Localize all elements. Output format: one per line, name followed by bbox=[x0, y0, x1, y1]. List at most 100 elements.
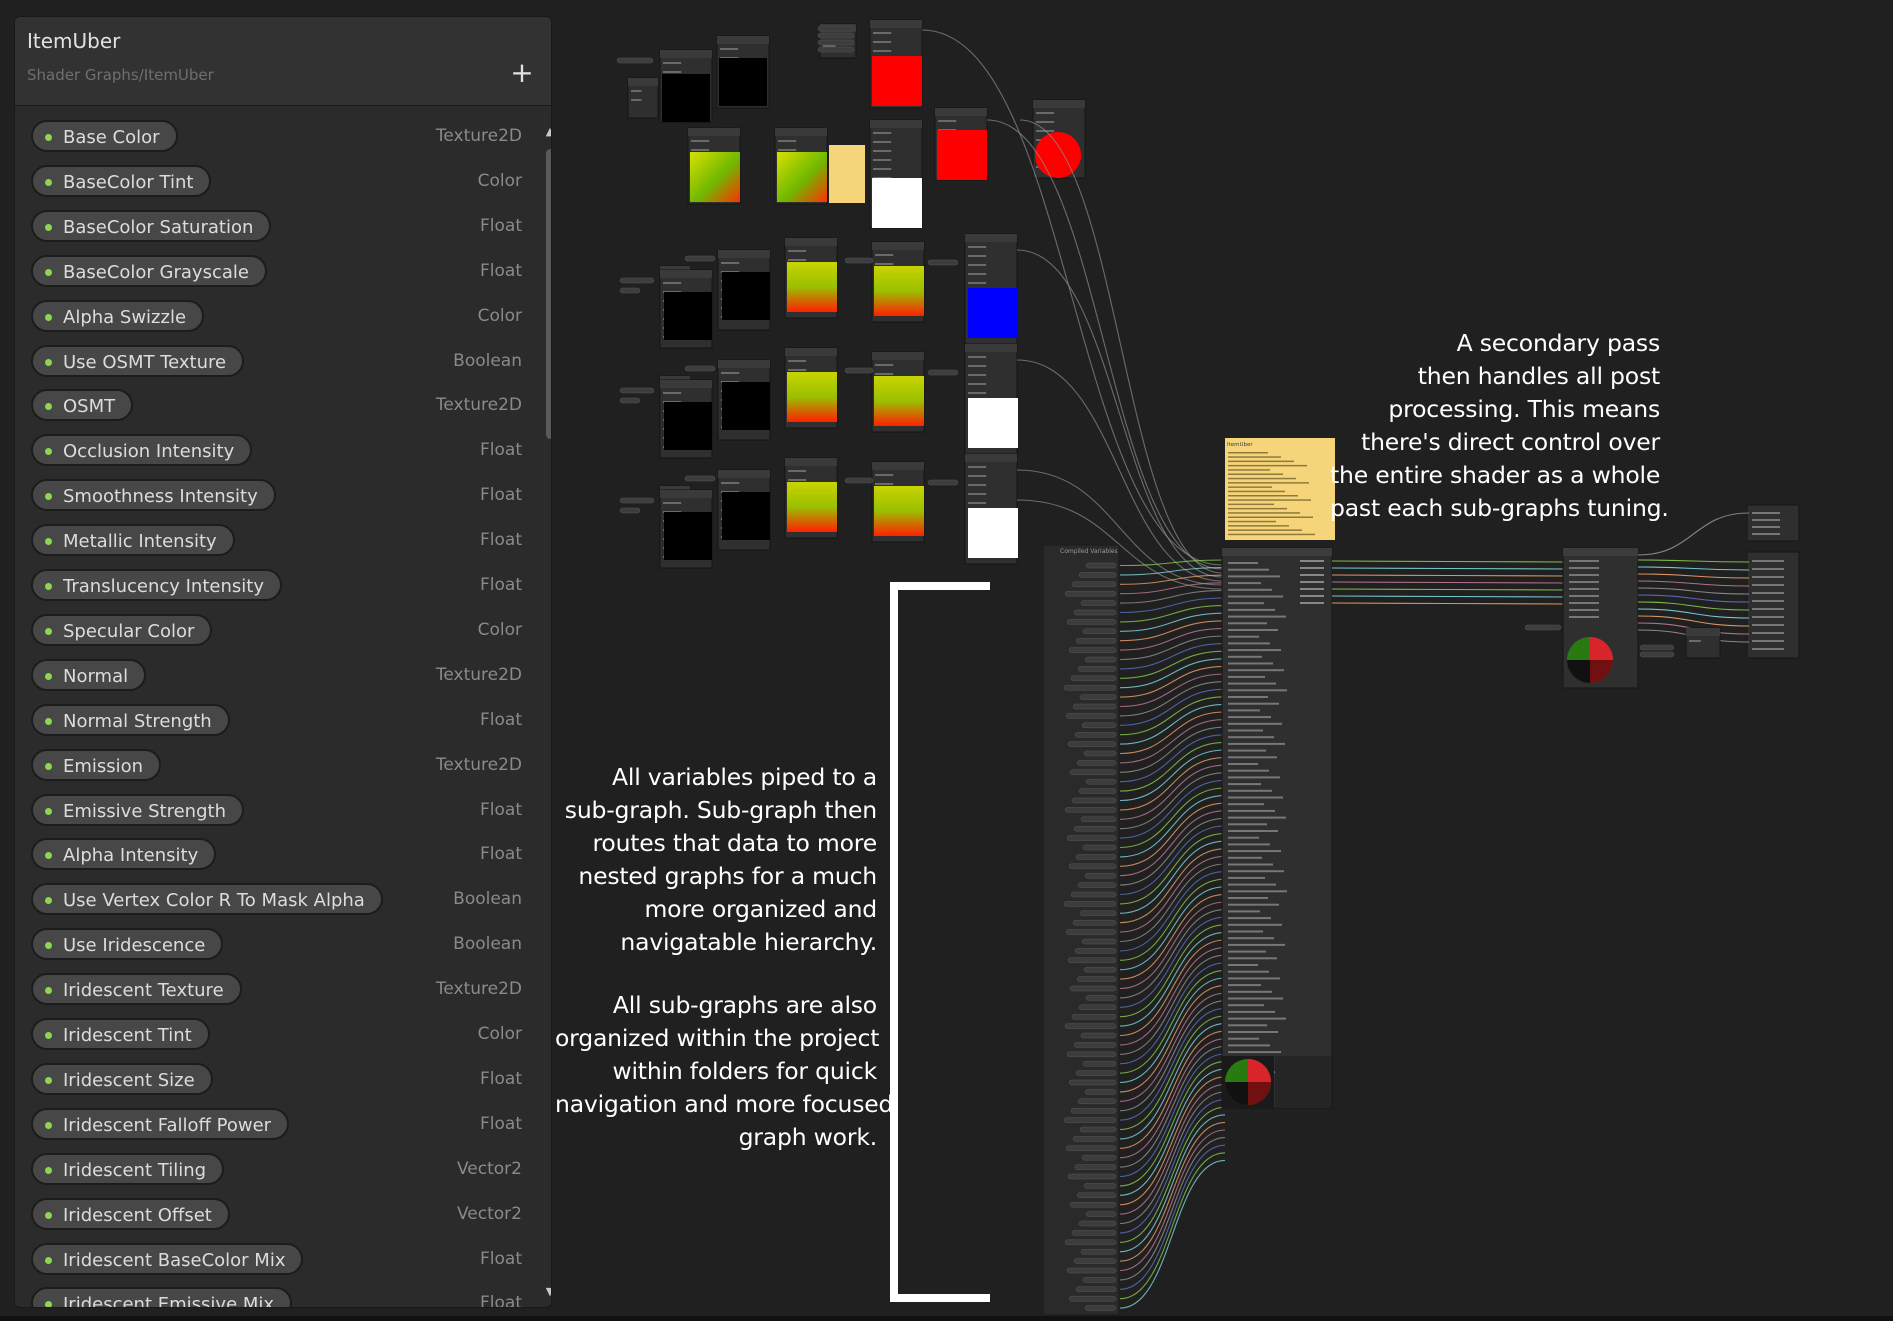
property-row[interactable]: Metallic Intensity Float bbox=[15, 517, 530, 562]
property-pill[interactable]: Translucency Intensity bbox=[31, 569, 282, 601]
blackboard-panel[interactable]: ItemUber Shader Graphs/ItemUber + Base C… bbox=[14, 16, 552, 1308]
graph-node-port bbox=[721, 399, 740, 401]
property-pill[interactable]: Iridescent Offset bbox=[31, 1197, 230, 1230]
property-pill[interactable]: Normal bbox=[31, 658, 147, 691]
variable-pill bbox=[1072, 703, 1117, 710]
property-row[interactable]: Emission Texture2D bbox=[15, 742, 530, 787]
property-pill[interactable]: Base Color bbox=[31, 120, 178, 152]
subgraph-node-port bbox=[1228, 897, 1268, 899]
variable-pill bbox=[1085, 1211, 1117, 1217]
graph-input-pill bbox=[844, 367, 874, 374]
graph-wire bbox=[1119, 1030, 1226, 1149]
property-row[interactable]: Iridescent Texture Texture2D bbox=[15, 966, 530, 1011]
variable-pill bbox=[1070, 891, 1117, 898]
sticky-note-line bbox=[1228, 520, 1276, 523]
property-row[interactable]: Normal Texture2D bbox=[15, 652, 530, 697]
property-pill[interactable]: Use Vertex Color R To Mask Alpha bbox=[31, 883, 383, 916]
property-row[interactable]: Iridescent Emissive Mix Float bbox=[15, 1280, 530, 1307]
property-row[interactable]: Normal Strength Float bbox=[15, 697, 530, 742]
graph-input-pill bbox=[684, 365, 716, 372]
property-row[interactable]: Use OSMT Texture Boolean bbox=[15, 338, 530, 383]
property-row[interactable]: Specular Color Color bbox=[15, 607, 530, 652]
exposed-dot-icon bbox=[45, 1166, 52, 1174]
property-row[interactable]: Translucency Intensity Float bbox=[15, 562, 530, 607]
property-pill[interactable]: Iridescent BaseColor Mix bbox=[31, 1242, 304, 1275]
property-pill[interactable]: Smoothness Intensity bbox=[31, 479, 276, 512]
property-row[interactable]: Alpha Intensity Float bbox=[15, 831, 530, 876]
property-pill[interactable]: Iridescent Falloff Power bbox=[31, 1107, 290, 1140]
property-pill[interactable]: Metallic Intensity bbox=[31, 524, 235, 557]
property-pill[interactable]: Alpha Swizzle bbox=[31, 299, 205, 332]
property-row[interactable]: BaseColor Saturation Float bbox=[15, 203, 530, 248]
property-row[interactable]: Iridescent Falloff Power Float bbox=[15, 1101, 530, 1146]
property-type: Texture2D bbox=[435, 126, 522, 146]
graph-node-port bbox=[663, 309, 682, 311]
property-pill[interactable]: BaseColor Tint bbox=[31, 164, 212, 197]
property-row[interactable]: BaseColor Tint Color bbox=[15, 158, 530, 203]
property-pill[interactable]: BaseColor Saturation bbox=[31, 209, 272, 242]
property-row[interactable]: Iridescent BaseColor Mix Float bbox=[15, 1236, 530, 1281]
property-pill[interactable]: Iridescent Tint bbox=[31, 1018, 210, 1050]
property-row[interactable]: Occlusion Intensity Float bbox=[15, 427, 530, 472]
property-name: Smoothness Intensity bbox=[63, 486, 258, 508]
variable-pill bbox=[1066, 1267, 1117, 1274]
graph-node-port bbox=[691, 176, 710, 178]
property-row[interactable]: Alpha Swizzle Color bbox=[15, 293, 530, 338]
exposed-dot-icon bbox=[45, 178, 52, 186]
property-pill[interactable]: Normal Strength bbox=[31, 703, 230, 736]
graph-input-pill bbox=[1639, 651, 1675, 658]
property-row[interactable]: Iridescent Offset Vector2 bbox=[15, 1191, 530, 1236]
property-row[interactable]: Smoothness Intensity Float bbox=[15, 472, 530, 517]
property-row[interactable]: Use Vertex Color R To Mask Alpha Boolean bbox=[15, 876, 530, 921]
preview-sphere-quad bbox=[1248, 1082, 1271, 1105]
property-pill[interactable]: Use OSMT Texture bbox=[31, 344, 245, 377]
variable-pill bbox=[1075, 637, 1117, 644]
property-pill[interactable]: BaseColor Grayscale bbox=[31, 254, 267, 287]
property-pill[interactable]: Iridescent Emissive Mix bbox=[31, 1287, 293, 1307]
graph-node bbox=[659, 49, 713, 123]
graph-node-port bbox=[788, 295, 807, 297]
scrollbar-thumb[interactable] bbox=[546, 149, 551, 439]
graph-node bbox=[716, 35, 770, 109]
property-pill[interactable]: Specular Color bbox=[31, 613, 213, 646]
property-pill[interactable]: Use Iridescence bbox=[31, 928, 224, 961]
graph-node-port bbox=[721, 381, 740, 383]
property-row[interactable]: OSMT Texture2D bbox=[15, 382, 530, 427]
graph-node bbox=[869, 19, 923, 109]
graph-node-port bbox=[691, 185, 710, 187]
graph-node-port bbox=[788, 497, 807, 499]
graph-wire bbox=[1119, 635, 1226, 661]
graph-node bbox=[784, 457, 838, 539]
sticky-note-line bbox=[1228, 486, 1272, 488]
property-row[interactable]: Iridescent Size Float bbox=[15, 1056, 530, 1101]
property-row[interactable]: Emissive Strength Float bbox=[15, 787, 530, 832]
property-row[interactable]: Iridescent Tiling Vector2 bbox=[15, 1146, 530, 1191]
preview-swatch bbox=[722, 492, 770, 540]
property-pill[interactable]: Alpha Intensity bbox=[31, 838, 217, 871]
graph-node-header bbox=[660, 380, 712, 388]
property-type: Float bbox=[480, 575, 522, 595]
graph-node-header bbox=[935, 108, 987, 116]
property-pill[interactable]: Iridescent Size bbox=[31, 1062, 213, 1095]
subgraph-node-port bbox=[1228, 675, 1265, 678]
property-row[interactable]: Iridescent Tint Color bbox=[15, 1011, 530, 1056]
graph-wire bbox=[1119, 703, 1226, 745]
property-pill[interactable]: Emission bbox=[31, 748, 162, 781]
property-pill[interactable]: Occlusion Intensity bbox=[31, 434, 253, 467]
property-pill[interactable]: Emissive Strength bbox=[31, 793, 244, 826]
post-process-port bbox=[1569, 567, 1599, 569]
property-pill[interactable]: Iridescent Texture bbox=[31, 973, 242, 1006]
property-pill[interactable]: Iridescent Tiling bbox=[31, 1152, 225, 1185]
scroll-up-arrow-icon[interactable]: ▲ bbox=[543, 125, 551, 139]
property-type: Float bbox=[480, 1293, 522, 1307]
property-pill[interactable]: OSMT bbox=[31, 389, 134, 422]
graph-wire bbox=[1016, 249, 1223, 578]
property-row[interactable]: Base Color Texture2D bbox=[15, 113, 530, 158]
graph-node-port bbox=[691, 149, 710, 151]
property-list-scrollbar[interactable]: ▲ ▼ bbox=[543, 117, 551, 1307]
property-row[interactable]: Use Iridescence Boolean bbox=[15, 921, 530, 966]
add-property-button[interactable]: + bbox=[509, 59, 535, 87]
scroll-down-arrow-icon[interactable]: ▼ bbox=[543, 1285, 551, 1299]
property-row[interactable]: BaseColor Grayscale Float bbox=[15, 248, 530, 293]
sticky-note-line bbox=[1228, 464, 1307, 467]
